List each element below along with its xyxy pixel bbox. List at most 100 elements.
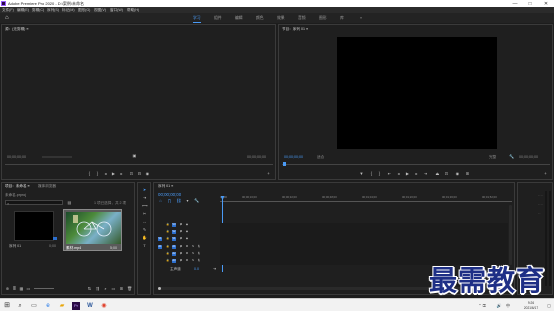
track-sync-icon[interactable]: ⇄ (179, 252, 183, 256)
go-to-out-icon[interactable]: ⇥ (423, 171, 428, 176)
hand-tool-icon[interactable]: ✋ (142, 235, 147, 240)
mark-out-icon[interactable]: } (377, 171, 382, 176)
timeline-vertical-scrollbar[interactable] (509, 205, 512, 265)
workspace-overflow-button[interactable]: » (360, 16, 362, 20)
mark-in-icon[interactable]: { (87, 171, 92, 176)
minimize-button[interactable]: — (510, 1, 520, 7)
workspace-tab-editing[interactable]: 编辑 (235, 16, 243, 21)
delete-icon[interactable]: 🗑 (127, 286, 132, 291)
lock-icon[interactable]: ⊕ (5, 286, 10, 291)
track-label-a2[interactable]: A2 (172, 252, 176, 256)
solo-icon[interactable]: S (191, 259, 195, 263)
snap-icon[interactable]: ⋂ (167, 198, 172, 203)
project-search-input[interactable]: ⌕ (5, 200, 63, 206)
lift-icon[interactable]: ⏏ (435, 171, 440, 176)
track-lock-icon[interactable]: 🔒 (166, 230, 170, 234)
icon-view-icon[interactable]: ▦ (19, 286, 24, 291)
freeform-view-icon[interactable]: ▭ (26, 286, 31, 291)
track-lock-icon[interactable]: 🔒 (166, 252, 170, 256)
type-tool-icon[interactable]: T (142, 243, 147, 248)
volume-icon[interactable]: 🔊 (495, 302, 503, 310)
timeline-title[interactable]: 序列 01 ≡ (158, 184, 173, 189)
system-tray-icons[interactable]: ⌃ ⚿ ▱ (478, 302, 486, 311)
go-to-in-icon[interactable]: ⇤ (387, 171, 392, 176)
extract-icon[interactable]: ⊡ (444, 171, 449, 176)
timeline-ruler[interactable]: 00;00 00;00;16;00 00;00;32;00 00;00;48;0… (220, 194, 512, 202)
search-icon[interactable]: ⌕ (16, 302, 24, 310)
workspace-tab-audio[interactable]: 音频 (298, 16, 306, 21)
project-item-sequence[interactable]: 序列 01 0;00 (7, 208, 60, 250)
linked-selection-icon[interactable]: ⛓ (176, 198, 181, 203)
track-sync-icon[interactable]: ⇄ (179, 230, 183, 234)
track-label-v2[interactable]: V2 (172, 230, 176, 234)
play-icon[interactable]: ▶ (405, 171, 410, 176)
project-tab[interactable]: 项目：未命名 ≡ (5, 184, 30, 189)
voiceover-icon[interactable]: 🎙 (197, 245, 201, 249)
master-end-icon[interactable]: ⇥ (212, 266, 217, 271)
voiceover-icon[interactable]: 🎙 (197, 259, 201, 263)
voiceover-icon[interactable]: 🎙 (197, 252, 201, 256)
program-time-ruler[interactable] (282, 164, 550, 165)
slip-tool-icon[interactable]: ↔ (142, 219, 147, 224)
workspace-tab-effects[interactable]: 效果 (277, 16, 285, 21)
add-marker-icon[interactable]: ▼ (359, 171, 364, 176)
workspace-tab-color[interactable]: 颜色 (256, 16, 264, 21)
workspace-tab-learn[interactable]: 学习 (193, 16, 201, 23)
track-lock-icon[interactable]: 🔒 (166, 237, 170, 241)
source-patch-v1[interactable]: V1 (158, 237, 162, 241)
add-marker-icon[interactable]: ▾ (185, 198, 190, 203)
track-select-tool-icon[interactable]: ⇥ (142, 195, 147, 200)
step-back-icon[interactable]: ◂ (103, 171, 108, 176)
close-button[interactable]: ✕ (541, 1, 551, 7)
project-item-clip[interactable]: 素材.mp4 5;00 (63, 209, 122, 251)
bin-icon[interactable]: ▤ (67, 200, 72, 205)
track-eye-icon[interactable]: ◉ (185, 230, 189, 234)
source-patch-a1[interactable]: A1 (158, 245, 162, 249)
workspace-tab-graphics[interactable]: 图形 (319, 16, 327, 21)
mute-icon[interactable]: M (185, 245, 189, 249)
track-sync-icon[interactable]: ⇄ (179, 259, 183, 263)
track-label-v1[interactable]: V1 (172, 237, 176, 241)
premiere-taskbar-icon[interactable]: Pr (72, 301, 80, 310)
razor-tool-icon[interactable]: ✂ (142, 211, 147, 216)
timeline-timecode[interactable]: 00;00;00;00 (158, 192, 181, 197)
ripple-edit-tool-icon[interactable]: ⟷ (142, 203, 148, 208)
track-sync-icon[interactable]: ⇄ (179, 245, 183, 249)
scroll-handle-left[interactable] (158, 287, 161, 290)
track-label-v3[interactable]: V3 (172, 223, 176, 227)
track-label-a1[interactable]: A1 (172, 245, 176, 249)
thumbnail-size-slider[interactable] (34, 288, 54, 289)
source-time-ruler[interactable] (5, 164, 273, 165)
windows-start-icon[interactable]: ⊞ (3, 302, 11, 310)
track-sync-icon[interactable]: ⇄ (179, 237, 183, 241)
program-add-button[interactable]: + (543, 171, 548, 176)
source-settings-icon[interactable]: ▣ (132, 153, 137, 158)
list-view-icon[interactable]: ≣ (12, 286, 17, 291)
mute-icon[interactable]: M (185, 259, 189, 263)
find-icon[interactable]: ⌕ (103, 286, 108, 291)
program-monitor-title[interactable]: 节目：序列 01 ≡ (282, 27, 308, 32)
export-frame-icon[interactable]: ◉ (455, 171, 460, 176)
solo-icon[interactable]: S (191, 252, 195, 256)
file-explorer-icon[interactable]: ▰ (58, 302, 66, 310)
source-add-button[interactable]: + (266, 171, 271, 176)
sort-icon[interactable]: ⇅ (87, 286, 92, 291)
track-lock-icon[interactable]: 🔒 (166, 223, 170, 227)
export-frame-icon[interactable]: ◉ (145, 171, 150, 176)
workspace-tab-libraries[interactable]: 库 (340, 16, 344, 21)
workspace-tab-assembly[interactable]: 组件 (214, 16, 222, 21)
home-icon[interactable]: ⌂ (5, 15, 11, 21)
chrome-icon[interactable]: ◉ (100, 302, 108, 310)
notification-icon[interactable]: ▢ (545, 302, 553, 310)
edge-browser-icon[interactable]: e (44, 302, 52, 310)
track-eye-icon[interactable]: ◉ (185, 237, 189, 241)
program-playhead[interactable] (283, 162, 286, 166)
task-view-icon[interactable]: ▭ (30, 302, 38, 310)
new-item-icon[interactable]: ⊞ (119, 286, 124, 291)
automate-icon[interactable]: ⇶ (95, 286, 100, 291)
media-browser-tab[interactable]: 媒体浏览器 (38, 184, 56, 189)
mark-in-icon[interactable]: { (369, 171, 374, 176)
mute-icon[interactable]: M (185, 252, 189, 256)
track-sync-icon[interactable]: ⇄ (179, 223, 183, 227)
selection-tool-icon[interactable]: ➤ (142, 187, 147, 192)
